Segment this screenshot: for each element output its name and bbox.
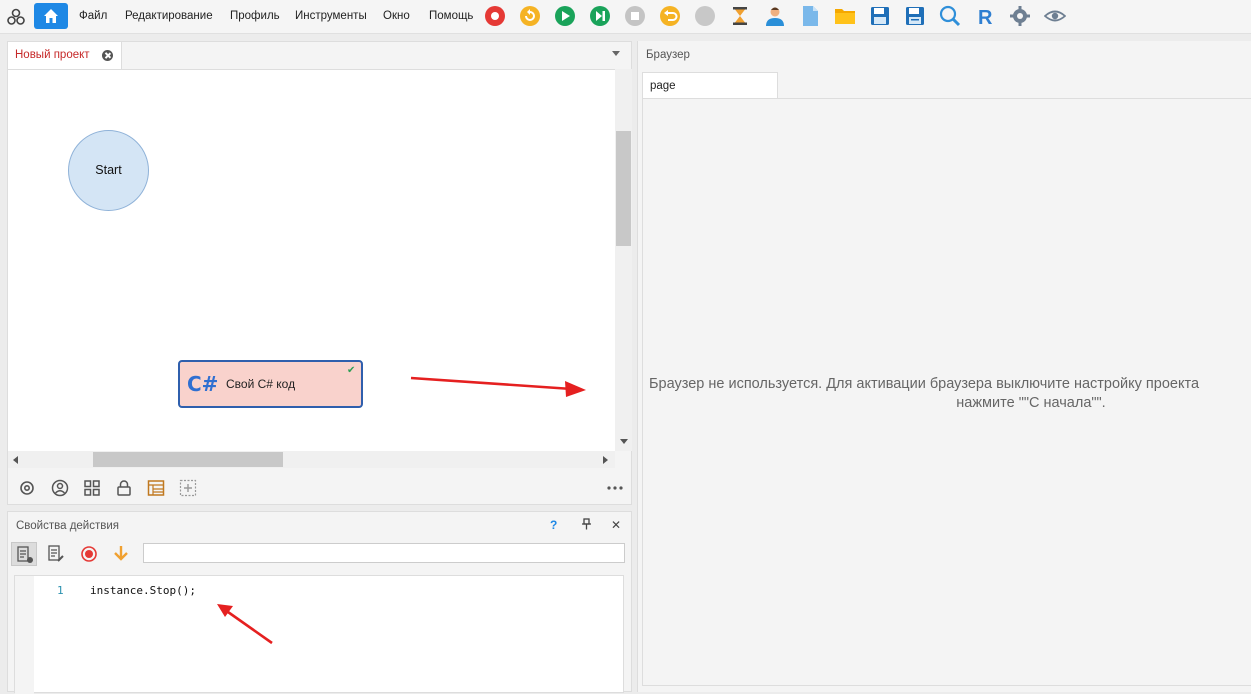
- tab-page-label: page: [650, 80, 676, 92]
- horizontal-scroll-thumb[interactable]: [93, 452, 283, 467]
- line-number: 1: [57, 584, 64, 597]
- lock-icon[interactable]: [115, 479, 133, 497]
- horizontal-scrollbar[interactable]: [8, 451, 615, 468]
- menu-bar: Файл Редактирование Профиль Инструменты …: [0, 0, 1251, 34]
- menu-help[interactable]: Помощь: [429, 10, 473, 22]
- canvas-toolbar: [8, 470, 632, 504]
- browser-message-line2: нажмите ""С начала"".: [956, 395, 1106, 411]
- close-panel-button[interactable]: ✕: [611, 518, 621, 532]
- start-node[interactable]: Start: [68, 130, 149, 211]
- folder-icon[interactable]: [834, 5, 856, 27]
- menu-file[interactable]: Файл: [79, 10, 107, 22]
- browser-panel-title: Браузер: [646, 49, 690, 61]
- csharp-icon: C#: [187, 372, 219, 396]
- stop-icon[interactable]: [624, 5, 646, 27]
- csharp-node-label: Свой C# код: [226, 377, 296, 391]
- properties-panel: Свойства действия ? ✕ 1 instance.Stop();: [7, 511, 632, 694]
- chevron-down-icon[interactable]: [612, 51, 620, 56]
- record-breakpoint-icon[interactable]: [79, 544, 99, 564]
- home-icon: [44, 9, 58, 23]
- save-as-icon[interactable]: [904, 5, 926, 27]
- svg-text:R: R: [978, 7, 993, 27]
- code-line[interactable]: instance.Stop();: [90, 584, 196, 597]
- properties-toolbar: [8, 540, 631, 568]
- tab-new-project[interactable]: Новый проект: [8, 42, 122, 69]
- editor-gutter: [15, 576, 34, 694]
- home-button[interactable]: [34, 3, 68, 29]
- app-logo-icon[interactable]: [6, 7, 26, 27]
- pin-icon: [582, 518, 591, 530]
- properties-view-icon: [17, 546, 33, 563]
- properties-view-button[interactable]: [11, 542, 37, 566]
- profile-icon[interactable]: [51, 479, 69, 497]
- download-arrow-icon[interactable]: [111, 544, 131, 564]
- file-icon[interactable]: [799, 5, 821, 27]
- browser-message-line1: Браузер не используется. Для активации б…: [649, 376, 1200, 392]
- table-icon[interactable]: [147, 479, 165, 497]
- project-panel: Новый проект Start C# Свой C# код ✔: [7, 41, 632, 505]
- record-icon[interactable]: [484, 5, 506, 27]
- edit-view-icon[interactable]: [46, 544, 66, 564]
- grid-icon[interactable]: [83, 479, 101, 497]
- settings-icon[interactable]: [18, 479, 36, 497]
- code-editor[interactable]: 1 instance.Stop();: [14, 575, 624, 694]
- refresh-icon[interactable]: [519, 5, 541, 27]
- gear-icon[interactable]: [1009, 5, 1031, 27]
- scroll-right-icon[interactable]: [603, 456, 608, 464]
- menu-window[interactable]: Окно: [383, 10, 410, 22]
- menu-tools[interactable]: Инструменты: [295, 10, 367, 22]
- hourglass-icon[interactable]: [729, 5, 751, 27]
- user-icon[interactable]: [764, 5, 786, 27]
- csharp-action-node[interactable]: C# Свой C# код ✔: [178, 360, 363, 408]
- scroll-left-icon[interactable]: [13, 456, 18, 464]
- menu-profile[interactable]: Профиль: [230, 10, 280, 22]
- browser-viewport: Браузер не используется. Для активации б…: [642, 98, 1251, 686]
- step-icon[interactable]: [589, 5, 611, 27]
- scroll-down-icon[interactable]: [620, 439, 628, 444]
- add-block-icon[interactable]: [179, 479, 197, 497]
- tab-page[interactable]: page: [642, 72, 778, 99]
- play-icon[interactable]: [554, 5, 576, 27]
- disabled-icon[interactable]: [694, 5, 716, 27]
- browser-disabled-message: Браузер не используется. Для активации б…: [649, 375, 1251, 413]
- check-icon: ✔: [347, 365, 356, 376]
- browser-panel: Браузер page Браузер не используется. Дл…: [637, 41, 1251, 692]
- vertical-scroll-thumb[interactable]: [616, 131, 631, 246]
- pin-button[interactable]: [581, 518, 592, 533]
- properties-search-input[interactable]: [143, 543, 625, 563]
- undo-icon[interactable]: [659, 5, 681, 27]
- close-tab-icon[interactable]: [102, 50, 113, 61]
- properties-panel-title: Свойства действия: [16, 520, 120, 532]
- project-canvas[interactable]: Start C# Свой C# код ✔: [8, 69, 615, 451]
- menu-edit[interactable]: Редактирование: [125, 10, 213, 22]
- start-node-label: Start: [95, 163, 122, 177]
- tab-new-project-label: Новый проект: [15, 49, 90, 61]
- r-icon[interactable]: R: [974, 5, 996, 27]
- search-icon[interactable]: [939, 5, 961, 27]
- help-button[interactable]: ?: [550, 518, 557, 532]
- more-icon[interactable]: [606, 479, 624, 497]
- save-icon[interactable]: [869, 5, 891, 27]
- eye-icon[interactable]: [1044, 5, 1066, 27]
- vertical-scrollbar[interactable]: [615, 69, 632, 451]
